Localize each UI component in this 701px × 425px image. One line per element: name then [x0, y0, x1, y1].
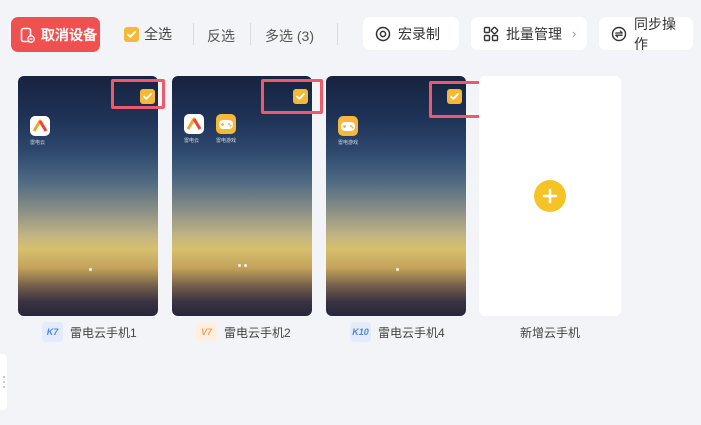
device-checkbox[interactable]: [140, 89, 155, 104]
cancel-device-label: 取消设备: [41, 26, 97, 43]
chevron-right-icon: ›: [572, 26, 577, 41]
device-model-badge: K10: [350, 322, 371, 342]
device-card-1[interactable]: 雷电云: [18, 76, 158, 316]
device-checkbox[interactable]: [293, 89, 308, 104]
add-device-label: 新增云手机: [519, 326, 580, 340]
status-bar: [332, 79, 460, 85]
batch-manage-label: 批量管理: [506, 25, 562, 42]
page-indicator-dot: [396, 268, 399, 271]
device-name: 雷电云手机2: [224, 325, 291, 340]
divider: [250, 23, 251, 45]
gamepad-app-icon: [338, 116, 358, 136]
device-screen-preview: [18, 76, 158, 316]
select-all-label: 全选: [144, 26, 172, 42]
app-label: 雷电游戏: [338, 140, 359, 146]
app-label: 雷电云: [30, 140, 46, 146]
checkbox-checked-icon: [124, 26, 139, 42]
device-name: 雷电云手机1: [70, 325, 137, 340]
page-indicator-dot: [244, 264, 247, 267]
grip-dot: [2, 376, 5, 378]
device-checkbox[interactable]: [447, 89, 462, 104]
grip-dot: [2, 381, 5, 383]
device-label-4[interactable]: K10 雷电云手机4: [350, 320, 445, 344]
page-indicator-dot: [89, 268, 92, 271]
app-label: 雷电游戏: [216, 138, 237, 144]
invert-selection-button[interactable]: 反选: [207, 26, 235, 46]
sync-operation-label: 同步操作: [634, 15, 676, 52]
add-device-card[interactable]: [479, 76, 621, 316]
app-label: 雷电云: [184, 138, 200, 144]
grip-dot: [2, 386, 5, 388]
app-icon-a: [30, 116, 50, 136]
device-card-4[interactable]: 雷电游戏: [326, 76, 466, 316]
status-bar: [24, 79, 152, 85]
side-panel-handle[interactable]: [0, 354, 7, 410]
macro-record-label: 宏录制: [398, 25, 440, 42]
device-screen-preview: [172, 76, 312, 316]
cancel-device-button[interactable]: 取消设备: [11, 17, 100, 52]
select-all-checkbox[interactable]: 全选: [124, 24, 172, 44]
app-icon-a: [184, 114, 204, 134]
sync-operation-button[interactable]: 同步操作: [599, 16, 693, 52]
divider: [193, 23, 194, 45]
macro-record-button[interactable]: 宏录制: [363, 17, 459, 50]
device-label-2[interactable]: V7 雷电云手机2: [196, 320, 291, 344]
phone-cancel-icon: [19, 27, 35, 43]
device-screen-preview: [326, 76, 466, 316]
device-label-1[interactable]: K7 雷电云手机1: [42, 320, 137, 344]
grid-icon: [483, 26, 499, 42]
device-name: 雷电云手机4: [378, 325, 445, 340]
record-icon: [375, 26, 391, 42]
multi-select-button[interactable]: 多选 (3): [265, 26, 314, 46]
device-model-badge: V7: [196, 322, 217, 342]
page-indicator-dot: [238, 264, 241, 267]
divider: [337, 23, 338, 45]
sync-icon: [611, 26, 627, 42]
device-model-badge: K7: [42, 322, 63, 342]
gamepad-app-icon: [216, 114, 236, 134]
device-card-2[interactable]: 雷电云 雷电游戏: [172, 76, 312, 316]
batch-manage-button[interactable]: 批量管理 ›: [471, 17, 587, 50]
status-bar: [178, 79, 306, 85]
plus-icon[interactable]: [534, 180, 566, 212]
toolbar: 取消设备 全选 反选 多选 (3) 宏录制 批量管理 › 同步操作: [0, 0, 701, 68]
